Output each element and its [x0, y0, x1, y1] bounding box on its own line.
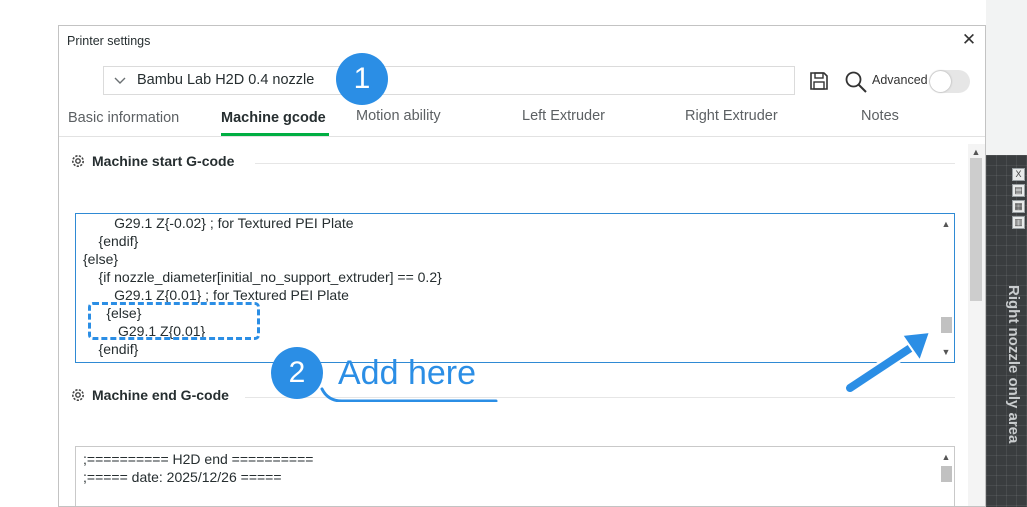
search-icon[interactable] — [844, 70, 868, 94]
gear-icon — [72, 389, 84, 401]
tab-left-extruder[interactable]: Left Extruder — [522, 108, 605, 124]
dialog-scroll-thumb[interactable] — [970, 158, 982, 301]
scroll-up-icon[interactable]: ▲ — [971, 147, 981, 157]
chevron-down-icon — [114, 77, 126, 84]
end-gcode-text[interactable]: ;========== H2D end ========== ;===== da… — [83, 450, 313, 506]
plate-area-label: Right nozzle only area — [1005, 285, 1022, 444]
gear-icon — [72, 155, 84, 167]
tab-right-extruder[interactable]: Right Extruder — [685, 108, 778, 124]
start-editor-scrollbar[interactable]: ▲ ▼ — [938, 214, 954, 362]
printer-settings-dialog: Printer settings ✕ Bambu Lab H2D 0.4 noz… — [58, 25, 986, 507]
scroll-thumb[interactable] — [941, 466, 952, 482]
dialog-scrollbar[interactable]: ▲ — [968, 144, 985, 506]
section-divider — [255, 163, 955, 164]
tab-machine-gcode[interactable]: Machine gcode — [221, 110, 326, 126]
view-toolbar: X ▤ ▦ ▥ — [1012, 168, 1027, 232]
advanced-label: Advanced — [872, 73, 928, 87]
end-gcode-title: Machine end G-code — [92, 387, 229, 403]
annotation-underline — [320, 387, 498, 402]
close-button[interactable]: ✕ — [961, 31, 977, 49]
preset-value: Bambu Lab H2D 0.4 nozzle — [137, 72, 315, 88]
tab-divider — [59, 136, 985, 137]
tab-notes[interactable]: Notes — [861, 108, 899, 124]
end-gcode-heading: Machine end G-code — [70, 387, 229, 403]
scroll-up-icon[interactable]: ▲ — [941, 219, 951, 229]
save-icon[interactable] — [808, 70, 830, 92]
view-tool-icon[interactable]: ▤ — [1012, 184, 1025, 197]
view-tool-icon[interactable]: ▦ — [1012, 200, 1025, 213]
view-tool-icon[interactable]: X — [1012, 168, 1025, 181]
step-2-badge: 2 — [271, 347, 323, 399]
start-gcode-heading: Machine start G-code — [70, 153, 234, 169]
printer-preset-select[interactable]: Bambu Lab H2D 0.4 nozzle — [103, 66, 795, 95]
advanced-toggle[interactable] — [929, 70, 970, 93]
start-gcode-title: Machine start G-code — [92, 153, 235, 169]
start-gcode-editor[interactable]: G29.1 Z{-0.02} ; for Textured PEI Plate … — [75, 213, 955, 363]
view-tool-icon[interactable]: ▥ — [1012, 216, 1025, 229]
toggle-knob — [930, 71, 951, 92]
tab-basic-information[interactable]: Basic information — [68, 110, 179, 126]
tab-motion-ability[interactable]: Motion ability — [356, 108, 441, 124]
dialog-title: Printer settings — [67, 34, 151, 48]
end-editor-scrollbar[interactable]: ▲ — [938, 447, 954, 506]
annotation-arrow-icon — [843, 331, 931, 395]
step-1-badge: 1 — [336, 53, 388, 105]
scroll-down-icon[interactable]: ▼ — [941, 347, 951, 357]
end-gcode-editor[interactable]: ;========== H2D end ========== ;===== da… — [75, 446, 955, 506]
highlight-box — [88, 302, 260, 340]
scroll-thumb[interactable] — [941, 317, 952, 333]
scroll-up-icon[interactable]: ▲ — [941, 452, 951, 462]
